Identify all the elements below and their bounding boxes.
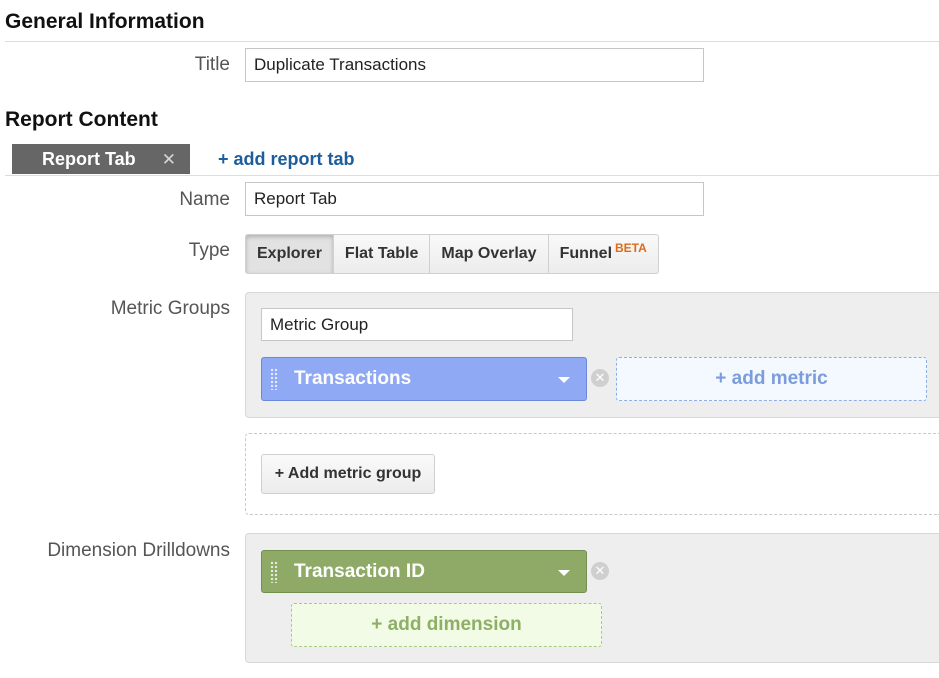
title-label: Title xyxy=(0,54,230,76)
title-input[interactable] xyxy=(245,48,704,82)
type-funnel-label: Funnel xyxy=(560,245,612,263)
type-funnel-button[interactable]: FunnelBETA xyxy=(548,234,659,274)
metric-group-name-input[interactable] xyxy=(261,308,573,341)
name-input[interactable] xyxy=(245,182,704,216)
dimension-drilldowns-label: Dimension Drilldowns xyxy=(0,540,230,562)
remove-metric-icon[interactable]: ✕ xyxy=(591,369,609,387)
report-tab[interactable]: Report Tab ✕ xyxy=(12,144,190,174)
drag-handle-icon[interactable] xyxy=(270,368,278,390)
type-selector: Explorer Flat Table Map Overlay FunnelBE… xyxy=(245,234,659,274)
close-icon[interactable]: ✕ xyxy=(162,150,176,170)
drag-handle-icon[interactable] xyxy=(270,561,278,583)
metric-chip-label: Transactions xyxy=(294,368,411,390)
type-flat-table-button[interactable]: Flat Table xyxy=(333,234,431,274)
type-map-overlay-button[interactable]: Map Overlay xyxy=(429,234,548,274)
chevron-down-icon[interactable] xyxy=(558,570,570,576)
dimension-chip-transaction-id[interactable]: Transaction ID xyxy=(261,550,587,593)
add-report-tab-link[interactable]: + add report tab xyxy=(218,149,355,170)
general-information-divider xyxy=(5,41,939,42)
metric-chip-transactions[interactable]: Transactions xyxy=(261,357,587,401)
beta-badge: BETA xyxy=(615,241,647,255)
dimension-chip-label: Transaction ID xyxy=(294,561,425,583)
add-metric-button[interactable]: + add metric xyxy=(616,357,927,401)
report-tab-label: Report Tab xyxy=(42,149,136,170)
type-label: Type xyxy=(0,240,230,262)
type-explorer-button[interactable]: Explorer xyxy=(245,234,334,274)
remove-dimension-icon[interactable]: ✕ xyxy=(591,562,609,580)
chevron-down-icon[interactable] xyxy=(558,377,570,383)
report-content-heading: Report Content xyxy=(5,108,158,132)
general-information-heading: General Information xyxy=(5,10,205,34)
add-metric-group-button[interactable]: + Add metric group xyxy=(261,454,435,494)
report-tab-divider xyxy=(5,175,939,176)
metric-groups-label: Metric Groups xyxy=(0,298,230,320)
name-label: Name xyxy=(0,189,230,211)
add-dimension-button[interactable]: + add dimension xyxy=(291,603,602,647)
